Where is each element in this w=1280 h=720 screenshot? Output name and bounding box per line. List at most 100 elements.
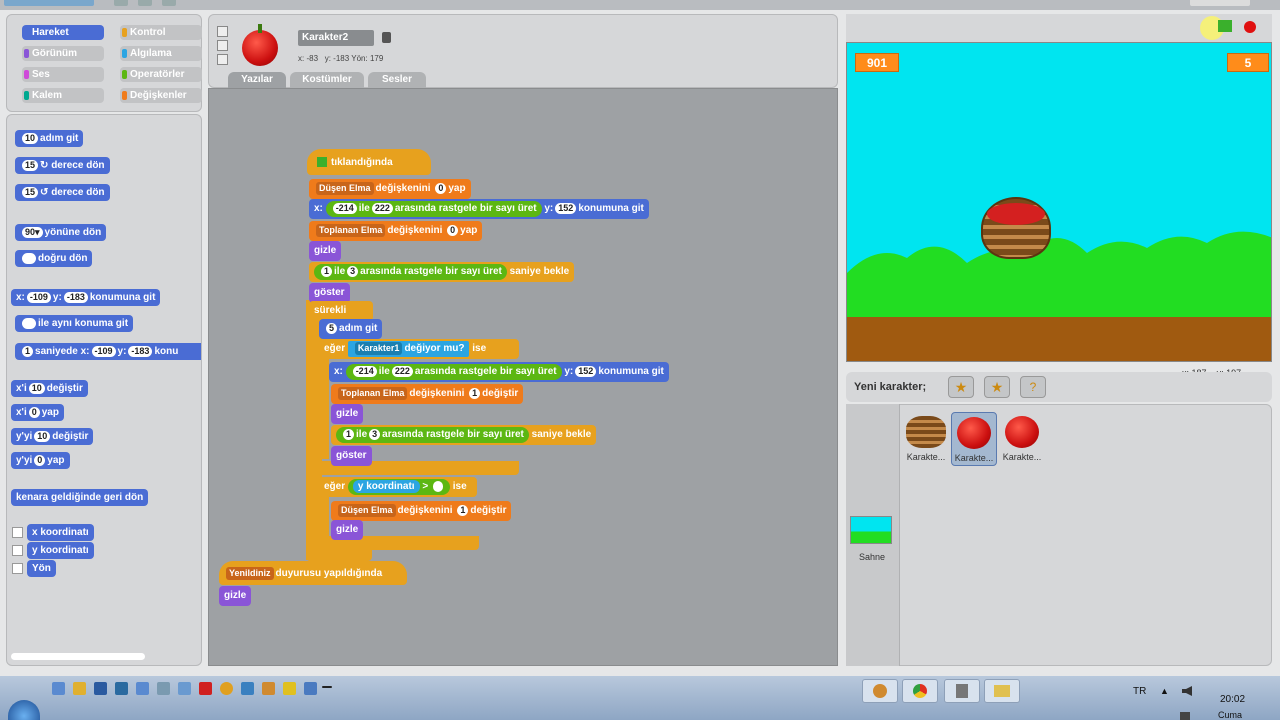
reporter-y-position[interactable]: y koordinatı bbox=[352, 480, 420, 493]
random-sprite-icon[interactable]: ? bbox=[1020, 376, 1046, 398]
max-input[interactable]: 222 bbox=[391, 366, 413, 377]
value-input[interactable]: 10 bbox=[28, 383, 45, 394]
reporter-pick-random[interactable]: -214 ile 222 arasında rastgele bir sayı üre… bbox=[345, 364, 562, 380]
block-move-steps[interactable]: 10 adım git bbox=[15, 130, 84, 147]
seconds-input[interactable]: 1 bbox=[22, 346, 34, 357]
globe-icon[interactable] bbox=[114, 0, 128, 6]
scratch-cat-icon[interactable] bbox=[262, 682, 275, 695]
min-input[interactable]: -214 bbox=[352, 366, 377, 377]
category-g-r-n-m[interactable]: Görünüm bbox=[22, 46, 104, 61]
sprite-name-field[interactable]: Karakter2 bbox=[298, 30, 374, 46]
variable-dropdown[interactable]: Toplanan Elma bbox=[316, 224, 386, 237]
block-goto-sprite[interactable]: ile aynı konuma git bbox=[15, 315, 134, 332]
block-hide-4[interactable]: gizle bbox=[219, 586, 252, 606]
value-input[interactable]: 10 bbox=[34, 431, 51, 442]
sprite-thumb-3[interactable]: Karakte... bbox=[999, 412, 1045, 466]
stage-thumbnail[interactable] bbox=[850, 516, 892, 544]
predicate-touching[interactable]: Karakter1 değiyor mu? bbox=[347, 341, 470, 357]
max-input[interactable]: 3 bbox=[347, 266, 359, 277]
green-flag-icon[interactable] bbox=[1218, 20, 1232, 32]
tab-scripts[interactable]: Yazılar bbox=[228, 72, 286, 88]
taskbar-calculator-button[interactable] bbox=[944, 679, 980, 703]
checkbox-direction[interactable] bbox=[12, 563, 23, 574]
y-input[interactable]: -183 bbox=[128, 346, 153, 357]
category-kalem[interactable]: Kalem bbox=[22, 88, 104, 103]
block-move-steps[interactable]: 5 adım git bbox=[319, 319, 383, 339]
block-goto-xy[interactable]: x: -214 ile 222 arasında rastgele bir sayı … bbox=[309, 199, 649, 219]
block-hide-2[interactable]: gizle bbox=[331, 404, 364, 424]
value-input[interactable]: 0 bbox=[28, 407, 40, 418]
block-turn-left[interactable]: 15 ↺ derece dön bbox=[15, 184, 110, 201]
show-desktop-icon[interactable] bbox=[322, 686, 332, 688]
block-set-x[interactable]: x'i 0 yap bbox=[11, 404, 64, 421]
category-operat-rler[interactable]: Operatörler bbox=[120, 67, 202, 82]
reporter-y-position[interactable]: y koordinatı bbox=[27, 542, 94, 559]
explorer-icon[interactable] bbox=[52, 682, 65, 695]
rotate-style-icon[interactable] bbox=[217, 26, 228, 37]
block-forever[interactable]: sürekli bbox=[309, 301, 373, 321]
window-controls[interactable] bbox=[1190, 0, 1250, 6]
target-dropdown[interactable] bbox=[22, 318, 36, 329]
category-kontrol[interactable]: Kontrol bbox=[120, 25, 202, 40]
block-hide-3[interactable]: gizle bbox=[331, 520, 364, 540]
y-input[interactable]: -183 bbox=[63, 292, 88, 303]
y-input[interactable]: 152 bbox=[575, 366, 597, 377]
clock-time[interactable]: 20:02 bbox=[1220, 694, 1245, 705]
value-input[interactable] bbox=[433, 481, 443, 492]
tray-expand-icon[interactable]: ▲ bbox=[1160, 686, 1169, 696]
category-hareket[interactable]: Hareket bbox=[22, 25, 104, 40]
block-change-x[interactable]: x'i 10 değiştir bbox=[11, 380, 88, 397]
network-icon[interactable] bbox=[115, 682, 128, 695]
checkbox-x-position[interactable] bbox=[12, 527, 23, 538]
hat-when-broadcast-received[interactable]: Yenildiniz duyurusu yapıldığında bbox=[219, 561, 407, 585]
import-sprite-icon[interactable]: ★ bbox=[984, 376, 1010, 398]
app-icon-5[interactable] bbox=[304, 682, 317, 695]
category-alg-lama[interactable]: Algılama bbox=[120, 46, 202, 61]
folder-icon[interactable] bbox=[73, 682, 86, 695]
value-input[interactable]: 0 bbox=[34, 455, 46, 466]
category-de-i-kenler[interactable]: Değişkenler bbox=[120, 88, 202, 103]
block-turn-right[interactable]: 15 ↻ derece dön bbox=[15, 157, 110, 174]
block-change-y[interactable]: y'yi 10 değiştir bbox=[11, 428, 94, 445]
y-input[interactable]: 152 bbox=[555, 203, 577, 214]
block-show-2[interactable]: göster bbox=[331, 446, 372, 466]
value-input[interactable]: 0 bbox=[447, 225, 459, 236]
computer-icon[interactable] bbox=[94, 682, 107, 695]
taskbar-scratch-button[interactable] bbox=[862, 679, 898, 703]
block-hide[interactable]: gizle bbox=[309, 241, 342, 261]
block-set-variable-2[interactable]: Toplanan Elma değişkenini 0 yap bbox=[309, 221, 483, 241]
max-input[interactable]: 3 bbox=[369, 429, 381, 440]
checkbox-y-position[interactable] bbox=[12, 545, 23, 556]
palette-scrollbar[interactable] bbox=[11, 653, 145, 660]
sprite-thumb-1[interactable]: Karakte... bbox=[903, 412, 949, 466]
tab-sounds[interactable]: Sesler bbox=[368, 72, 426, 88]
stop-icon[interactable] bbox=[1244, 21, 1256, 33]
block-wait-2[interactable]: 1 ile 3 arasında rastgele bir sayı üret san… bbox=[331, 425, 597, 445]
value-input[interactable]: 1 bbox=[457, 505, 469, 516]
block-if[interactable]: eğer Karakter1 değiyor mu? ise bbox=[319, 339, 519, 359]
block-point-direction[interactable]: 90▾ yönüne dön bbox=[15, 224, 107, 241]
lock-icon[interactable] bbox=[382, 32, 391, 43]
message-dropdown[interactable]: Yenildiniz bbox=[226, 567, 274, 580]
block-point-towards[interactable]: doğru dön bbox=[15, 250, 93, 267]
value-input[interactable]: 10 bbox=[22, 133, 39, 144]
value-input[interactable]: 0 bbox=[435, 183, 447, 194]
variable-dropdown[interactable]: Toplanan Elma bbox=[338, 387, 408, 400]
x-input[interactable]: -109 bbox=[26, 292, 51, 303]
predicate-greater-than[interactable]: y koordinatı > bbox=[347, 479, 450, 495]
pdf-icon[interactable] bbox=[199, 682, 212, 695]
x-input[interactable]: -109 bbox=[91, 346, 116, 357]
language-indicator[interactable]: TR bbox=[1133, 686, 1146, 697]
share-icon[interactable] bbox=[162, 0, 176, 6]
no-rotate-icon[interactable] bbox=[217, 54, 228, 65]
hat-when-flag-clicked[interactable]: tıklandığında bbox=[307, 149, 431, 175]
flip-style-icon[interactable] bbox=[217, 40, 228, 51]
network-tray-icon[interactable] bbox=[1180, 712, 1190, 720]
min-input[interactable]: -214 bbox=[332, 203, 357, 214]
target-dropdown[interactable] bbox=[22, 253, 36, 264]
taskbar-folder-button[interactable] bbox=[984, 679, 1020, 703]
save-icon[interactable] bbox=[138, 0, 152, 6]
value-input[interactable]: 1 bbox=[469, 388, 481, 399]
max-input[interactable]: 222 bbox=[371, 203, 393, 214]
value-input[interactable]: 15 bbox=[22, 160, 39, 171]
